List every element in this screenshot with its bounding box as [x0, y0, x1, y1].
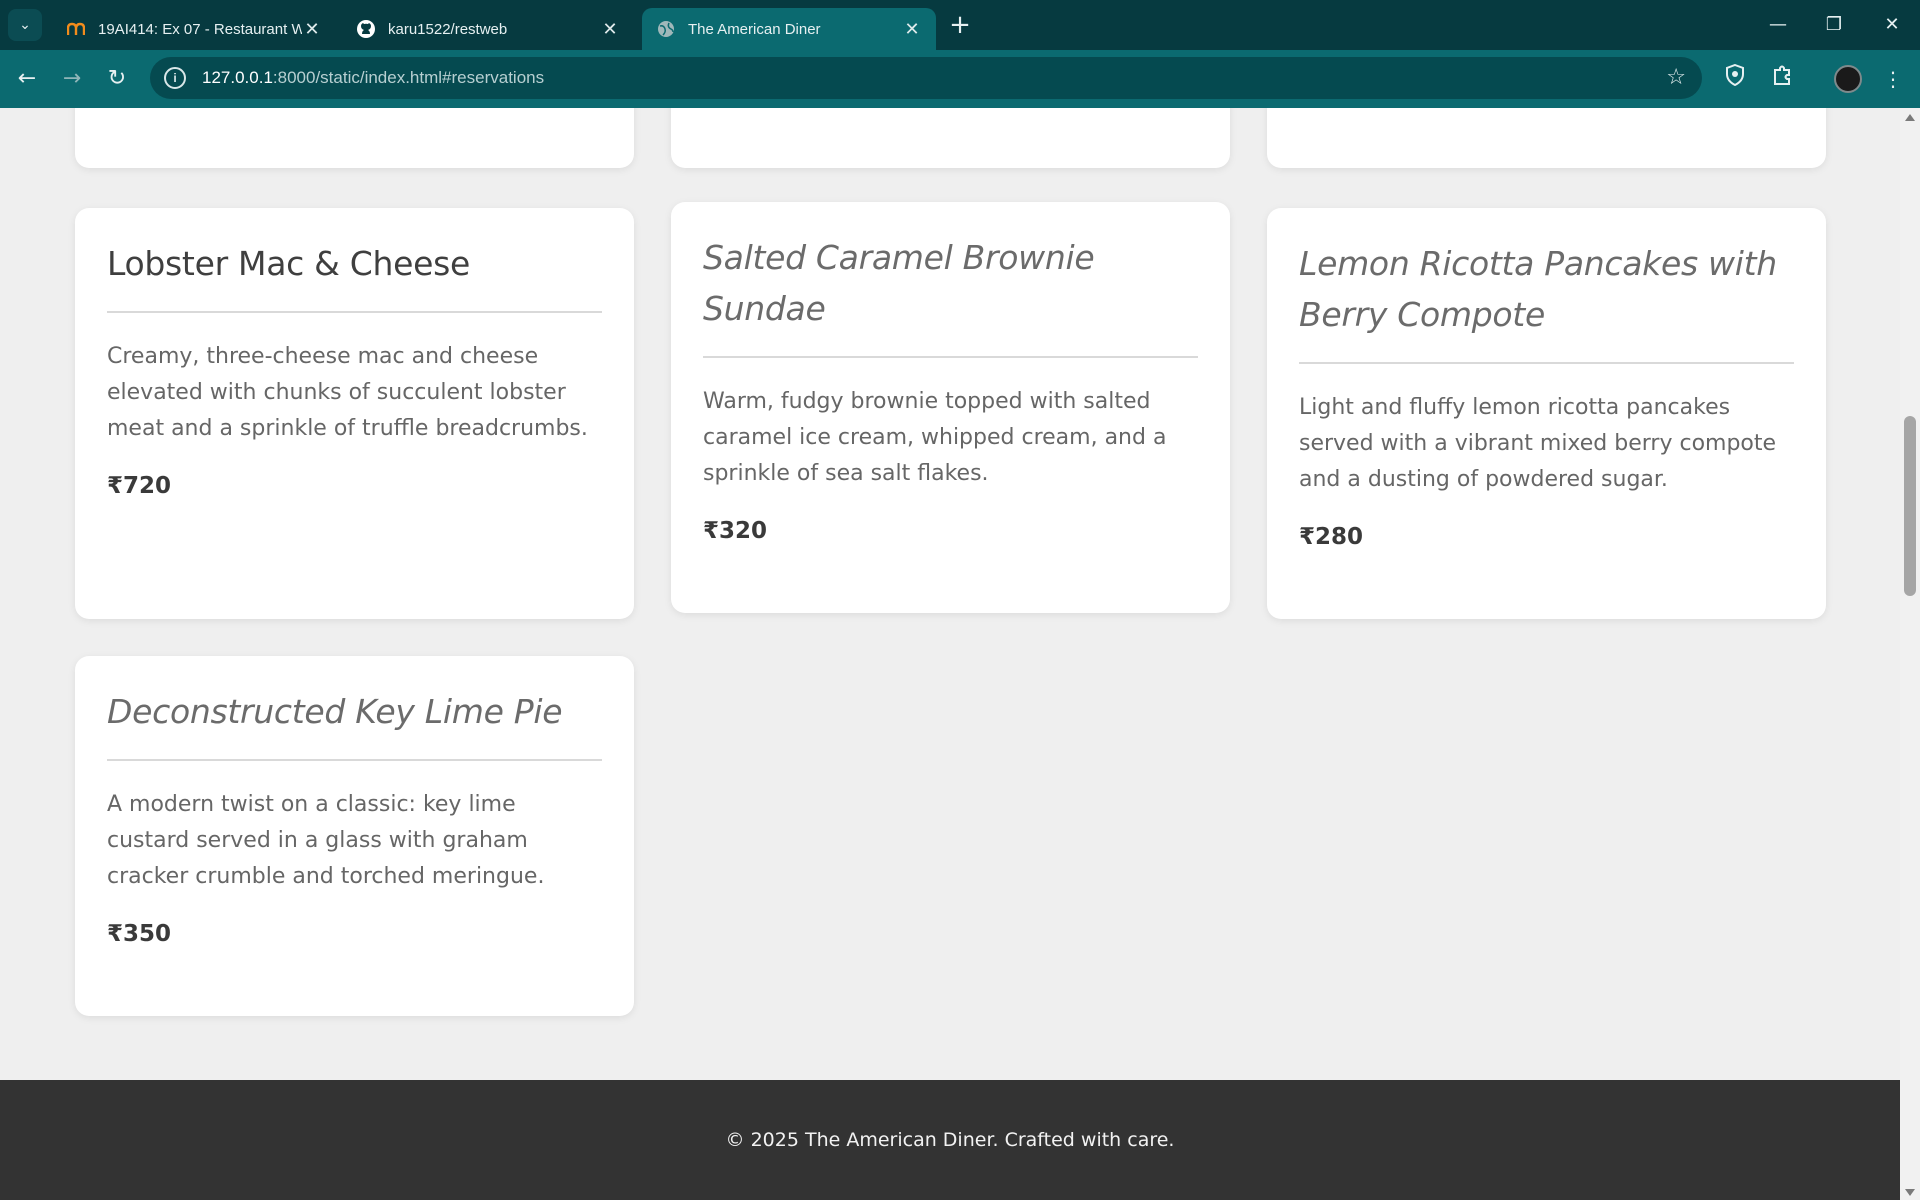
close-icon[interactable]: ✕ [302, 19, 322, 40]
menu-item-name: Salted Caramel Brownie Sundae [703, 232, 1198, 358]
arrow-left-icon: ← [17, 66, 37, 91]
menu-item-name: Deconstructed Key Lime Pie [107, 686, 602, 761]
menu-card: Lobster Mac & Cheese Creamy, three-chees… [75, 208, 634, 619]
github-icon [356, 19, 376, 39]
page-viewport: Lobster Mac & Cheese Creamy, three-chees… [0, 108, 1900, 1200]
chevron-down-icon: ⌄ [19, 17, 31, 33]
tab-strip: ⌄ 19AI414: Ex 07 - Restaurant We ✕ karu1… [0, 0, 1920, 50]
tab-moodle[interactable]: 19AI414: Ex 07 - Restaurant We ✕ [52, 8, 336, 50]
menu-card: Salted Caramel Brownie Sundae Warm, fudg… [671, 202, 1230, 613]
vertical-scrollbar[interactable] [1900, 108, 1920, 1200]
address-bar[interactable]: i 127.0.0.1:8000/static/index.html#reser… [150, 57, 1702, 99]
menu-card-partial [75, 108, 634, 168]
tab-search-dropdown-button[interactable]: ⌄ [8, 9, 42, 41]
restore-button[interactable]: ❐ [1814, 10, 1854, 40]
bookmark-star-icon[interactable]: ☆ [1666, 65, 1686, 90]
browser-toolbar: ← → ↻ i 127.0.0.1:8000/static/index.html… [0, 50, 1920, 108]
minimize-button[interactable]: — [1758, 10, 1798, 40]
menu-card: Lemon Ricotta Pancakes with Berry Compot… [1267, 208, 1826, 619]
arrow-right-icon: → [62, 66, 82, 91]
url-text: 127.0.0.1:8000/static/index.html#reserva… [202, 68, 544, 88]
close-icon[interactable]: ✕ [902, 19, 922, 40]
forward-button[interactable]: → [55, 62, 89, 96]
back-button[interactable]: ← [10, 62, 44, 96]
menu-item-price: ₹280 [1299, 524, 1364, 550]
extensions-puzzle-icon[interactable] [1767, 64, 1797, 94]
menu-item-name: Lobster Mac & Cheese [107, 238, 602, 313]
menu-item-price: ₹720 [107, 473, 172, 499]
reload-icon: ↻ [107, 66, 127, 91]
moodle-icon [66, 19, 86, 39]
menu-card: Deconstructed Key Lime Pie A modern twis… [75, 656, 634, 1016]
menu-item-price: ₹350 [107, 921, 172, 947]
reload-button[interactable]: ↻ [100, 62, 134, 96]
site-footer: © 2025 The American Diner. Crafted with … [0, 1080, 1900, 1200]
footer-copyright: © 2025 The American Diner. Crafted with … [725, 1129, 1175, 1151]
info-icon[interactable]: i [164, 67, 186, 89]
close-icon[interactable]: ✕ [600, 19, 620, 40]
scroll-down-arrow-icon[interactable] [1905, 1189, 1915, 1196]
menu-item-description: A modern twist on a classic: key lime cu… [107, 792, 545, 889]
menu-card-partial [671, 108, 1230, 168]
tab-american-diner[interactable]: The American Diner ✕ [642, 8, 936, 50]
tab-title: The American Diner [688, 20, 821, 38]
menu-item-description: Warm, fudgy brownie topped with salted c… [703, 389, 1167, 486]
menu-item-description: Light and fluffy lemon ricotta pancakes … [1299, 395, 1777, 492]
more-menu-icon[interactable]: ⋮ [1878, 64, 1908, 94]
url-path: :8000/static/index.html#reservations [272, 68, 545, 87]
menu-card-partial [1267, 108, 1826, 168]
shield-extension-icon[interactable] [1720, 63, 1750, 94]
menu-item-name: Lemon Ricotta Pancakes with Berry Compot… [1299, 238, 1794, 364]
menu-item-description: Creamy, three-cheese mac and cheese elev… [107, 344, 588, 441]
globe-icon [656, 19, 676, 39]
scroll-up-arrow-icon[interactable] [1905, 114, 1915, 121]
profile-avatar[interactable] [1834, 65, 1862, 93]
scrollbar-thumb[interactable] [1904, 416, 1916, 596]
tab-title: 19AI414: Ex 07 - Restaurant We [98, 20, 302, 38]
tab-title: karu1522/restweb [388, 20, 508, 38]
menu-item-price: ₹320 [703, 518, 768, 544]
close-window-button[interactable]: ✕ [1872, 10, 1912, 40]
new-tab-button[interactable]: + [946, 12, 974, 40]
url-host: 127.0.0.1 [202, 68, 273, 87]
tab-github[interactable]: karu1522/restweb ✕ [342, 8, 634, 50]
